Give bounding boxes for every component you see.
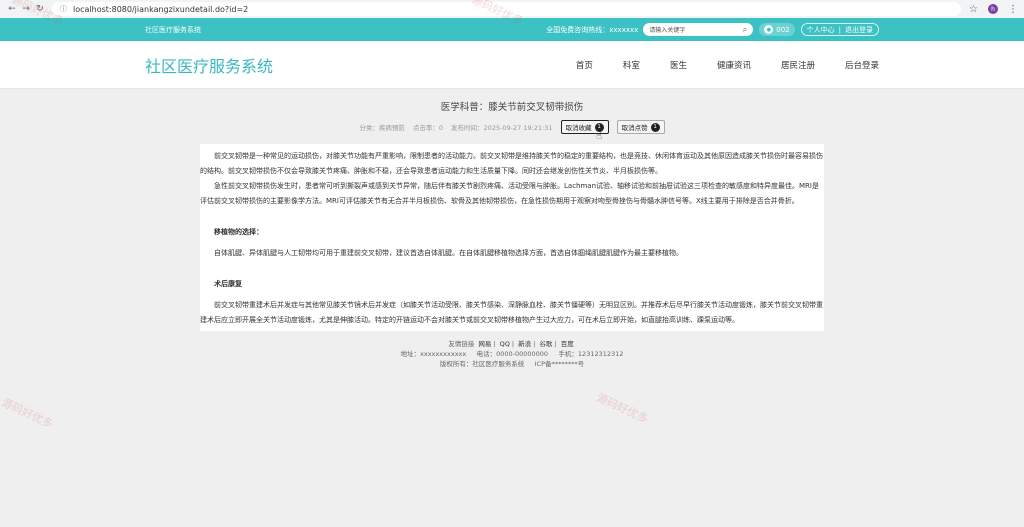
forward-icon[interactable]: → <box>20 4 32 14</box>
phone-label: 电话： <box>476 350 497 358</box>
article-header: 医学科普：膝关节前交叉韧带损伤 分类：疾病预防 点击率：0 发布时间：2025-… <box>0 89 1024 134</box>
address-bar[interactable]: ⓘ localhost:8080/jiankangzixundetail.do?… <box>52 2 962 16</box>
nav-departments[interactable]: 科室 <box>623 59 640 71</box>
address-text: localhost:8080/jiankangzixundetail.do?id… <box>73 4 249 14</box>
copyright: 版权所有：社区医疗服务系统 <box>439 360 525 368</box>
unfavorite-label: 取消收藏 <box>565 124 592 132</box>
nav-home[interactable]: 首页 <box>576 59 593 71</box>
section-heading-rehab: 术后康复 <box>214 280 242 288</box>
browser-toolbar: ← → ↻ ⓘ localhost:8080/jiankangzixundeta… <box>0 0 1024 18</box>
link-baidu[interactable]: 百度 <box>561 340 574 348</box>
link-qq[interactable]: QQ <box>500 340 510 348</box>
nav-health-news[interactable]: 健康资讯 <box>717 59 751 71</box>
mobile-value: 12312312312 <box>577 350 624 358</box>
user-avatar-icon: ● <box>764 25 774 34</box>
copyright-line: 版权所有：社区医疗服务系统 ICP备********号 <box>0 359 1024 369</box>
divider: | <box>838 25 841 34</box>
friend-links-label: 友情链接 <box>448 340 475 348</box>
hotline-number: xxxxxxx <box>609 25 639 34</box>
publish-label: 发布时间： <box>451 124 484 132</box>
logout-link[interactable]: 退出登录 <box>845 25 873 35</box>
watermark: 源码好优多 <box>594 390 650 426</box>
article-content: 前交叉韧带是一种常见的运动损伤，对膝关节功能有严重影响，限制患者的活动能力。前交… <box>200 144 824 331</box>
user-center-link[interactable]: 个人中心 <box>807 25 835 35</box>
search-icon[interactable]: ⌕ <box>743 25 747 35</box>
hotline: 全国免费咨询热线：xxxxxxx <box>546 25 638 35</box>
paragraph-3: 自体肌腱、异体肌腱与人工韧带均可用于重建前交叉韧带，建议首选自体肌腱。在自体肌腱… <box>214 249 683 257</box>
back-icon[interactable]: ← <box>6 4 18 14</box>
section-heading-graft: 移植物的选择： <box>214 228 263 236</box>
link-163[interactable]: 网易 <box>478 340 491 348</box>
clicks-label: 点击率： <box>412 124 439 132</box>
article-title: 医学科普：膝关节前交叉韧带损伤 <box>440 102 584 113</box>
top-bar: 社区医疗服务系统 全国免费咨询热线：xxxxxxx 请输入关键字 ⌕ ● 002… <box>0 18 1024 41</box>
site-info-icon[interactable]: ⓘ <box>60 4 67 14</box>
paragraph-2: 急性前交叉韧带损伤发生时，患者常可听到撕裂声或感到关节异常，随后伴有膝关节剧烈疼… <box>200 182 819 205</box>
hand-cursor-icon: ☝ <box>596 131 603 142</box>
user-links: 个人中心 | 退出登录 <box>800 23 879 36</box>
watermark: 源码好优多 <box>0 395 55 431</box>
bookmark-star-icon[interactable]: ☆ <box>969 4 978 15</box>
user-badge[interactable]: ● 002 <box>759 23 795 36</box>
site-footer: 友情链接 网易 | QQ | 新浪 | 谷歌 | 百度 地址：xxxxxxxxxxxx … <box>0 339 1024 369</box>
unlike-label: 取消点赞 <box>621 124 648 132</box>
nav-doctors[interactable]: 医生 <box>670 59 687 71</box>
publish-time: 发布时间：2025-09-27 19:21:31 <box>451 122 553 132</box>
profile-avatar[interactable]: h <box>988 4 998 14</box>
browser-menu-icon[interactable]: ⋮ <box>1008 4 1018 15</box>
phone-value: 0000-00000000 <box>496 350 549 358</box>
publish-value: 2025-09-27 19:21:31 <box>483 124 553 132</box>
main-nav: 首页 科室 医生 健康资讯 居民注册 后台登录 <box>576 59 879 71</box>
brand-title[interactable]: 社区医疗服务系统 <box>145 53 576 77</box>
site-header: 社区医疗服务系统 首页 科室 医生 健康资讯 居民注册 后台登录 <box>0 41 1024 89</box>
hotline-label: 全国免费咨询热线： <box>546 25 610 34</box>
address-label: 地址： <box>400 350 421 358</box>
link-google[interactable]: 谷歌 <box>539 340 552 348</box>
paragraph-1: 前交叉韧带是一种常见的运动损伤，对膝关节功能有严重影响，限制患者的活动能力。前交… <box>200 152 823 175</box>
contact-info: 地址：xxxxxxxxxxxx 电话：0000-00000000 手机：1231… <box>0 349 1024 359</box>
article-meta: 分类：疾病预防 点击率：0 发布时间：2025-09-27 19:21:31 取… <box>0 120 1024 134</box>
search-input[interactable]: 请输入关键字 ⌕ <box>643 23 754 36</box>
mobile-label: 手机： <box>558 350 578 358</box>
clicks-value: 0 <box>438 124 444 132</box>
address-value: xxxxxxxxxxxx <box>420 350 467 358</box>
clicks: 点击率：0 <box>413 122 443 132</box>
category-label: 分类： <box>359 124 379 132</box>
paragraph-4: 前交叉韧带重建术后并发症与其他常见膝关节镜术后并发症（如膝关节活动受限、膝关节感… <box>200 301 823 324</box>
like-count-badge: 1 <box>650 122 660 132</box>
reload-icon[interactable]: ↻ <box>34 4 46 14</box>
link-sina[interactable]: 新浪 <box>518 340 531 348</box>
top-site-name: 社区医疗服务系统 <box>145 25 201 34</box>
search-placeholder: 请输入关键字 <box>649 27 686 34</box>
icp: ICP备********号 <box>534 360 585 368</box>
category: 分类：疾病预防 <box>359 122 405 132</box>
friend-links: 友情链接 网易 | QQ | 新浪 | 谷歌 | 百度 <box>448 340 574 348</box>
user-name: 002 <box>776 25 790 34</box>
nav-register[interactable]: 居民注册 <box>781 59 815 71</box>
category-value: 疾病预防 <box>378 124 405 132</box>
unlike-button[interactable]: 取消点赞 1 <box>616 120 665 134</box>
nav-admin-login[interactable]: 后台登录 <box>845 59 879 71</box>
